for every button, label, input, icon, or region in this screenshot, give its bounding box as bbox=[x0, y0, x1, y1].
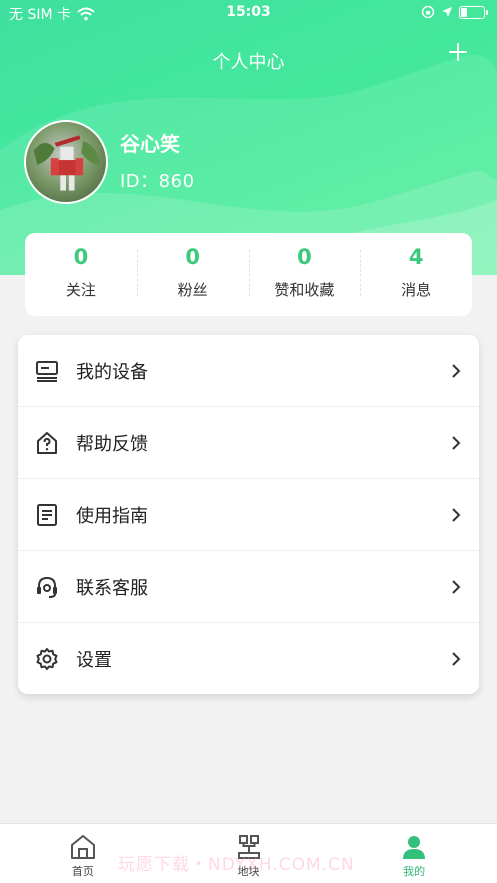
menu-item-devices[interactable]: 我的设备 bbox=[18, 335, 479, 407]
menu-item-customer-service[interactable]: 联系客服 bbox=[18, 551, 479, 623]
stats-card: 0 关注 0 粉丝 0 赞和收藏 4 消息 bbox=[25, 233, 472, 316]
menu-list: 我的设备 帮助反馈 使用指南 联系客服 设置 bbox=[18, 335, 479, 694]
settings-icon bbox=[36, 648, 58, 670]
stat-messages[interactable]: 4 消息 bbox=[360, 233, 472, 316]
stat-label: 赞和收藏 bbox=[274, 281, 335, 299]
stat-value: 0 bbox=[185, 245, 200, 269]
customer-service-icon bbox=[37, 576, 57, 598]
menu-item-help[interactable]: 帮助反馈 bbox=[18, 407, 479, 479]
menu-label: 帮助反馈 bbox=[76, 433, 148, 455]
menu-label: 联系客服 bbox=[76, 577, 148, 599]
tab-plot[interactable]: 地块 bbox=[166, 824, 332, 883]
tab-label: 首页 bbox=[71, 865, 94, 878]
stat-value: 0 bbox=[297, 245, 312, 269]
tab-label: 地块 bbox=[237, 865, 260, 878]
home-icon bbox=[70, 835, 95, 859]
menu-label: 设置 bbox=[76, 650, 112, 671]
chevron-right-icon bbox=[452, 579, 461, 594]
plot-icon bbox=[237, 835, 260, 859]
status-bar: 无 SIM 卡 15:03 bbox=[0, 0, 497, 26]
battery-level bbox=[461, 7, 468, 17]
tab-home[interactable]: 首页 bbox=[0, 824, 166, 883]
menu-label: 我的设备 bbox=[76, 361, 148, 383]
menu-label: 使用指南 bbox=[76, 505, 148, 527]
location-icon bbox=[442, 7, 452, 17]
username: 谷心笑 bbox=[120, 132, 180, 156]
menu-item-guide[interactable]: 使用指南 bbox=[18, 479, 479, 551]
stat-label: 粉丝 bbox=[177, 281, 208, 299]
menu-item-settings[interactable]: 设置 bbox=[18, 623, 479, 695]
stat-likes-favorites[interactable]: 0 赞和收藏 bbox=[248, 233, 361, 316]
orientation-lock-icon bbox=[421, 5, 435, 19]
battery-icon bbox=[459, 5, 488, 19]
user-icon bbox=[403, 836, 426, 859]
stat-followers[interactable]: 0 粉丝 bbox=[136, 233, 249, 316]
device-icon bbox=[36, 360, 58, 382]
chevron-right-icon bbox=[452, 435, 461, 450]
tab-bar: 首页 地块 我的 bbox=[0, 823, 497, 883]
stat-value: 4 bbox=[408, 245, 424, 269]
stat-label: 关注 bbox=[65, 281, 96, 299]
status-icons bbox=[421, 5, 488, 19]
avatar[interactable] bbox=[24, 120, 108, 204]
tab-label: 我的 bbox=[403, 865, 426, 878]
plus-icon[interactable] bbox=[444, 38, 472, 66]
tab-mine[interactable]: 我的 bbox=[331, 824, 497, 883]
chevron-right-icon bbox=[452, 507, 461, 522]
help-icon bbox=[37, 431, 57, 454]
stat-following[interactable]: 0 关注 bbox=[25, 233, 137, 316]
page-title: 个人中心 bbox=[212, 52, 285, 73]
guide-icon bbox=[37, 503, 57, 526]
chevron-right-icon bbox=[452, 363, 461, 378]
user-id: ID：860 bbox=[120, 171, 195, 192]
chevron-right-icon bbox=[452, 652, 461, 666]
stat-label: 消息 bbox=[401, 281, 432, 299]
stat-value: 0 bbox=[73, 245, 89, 269]
